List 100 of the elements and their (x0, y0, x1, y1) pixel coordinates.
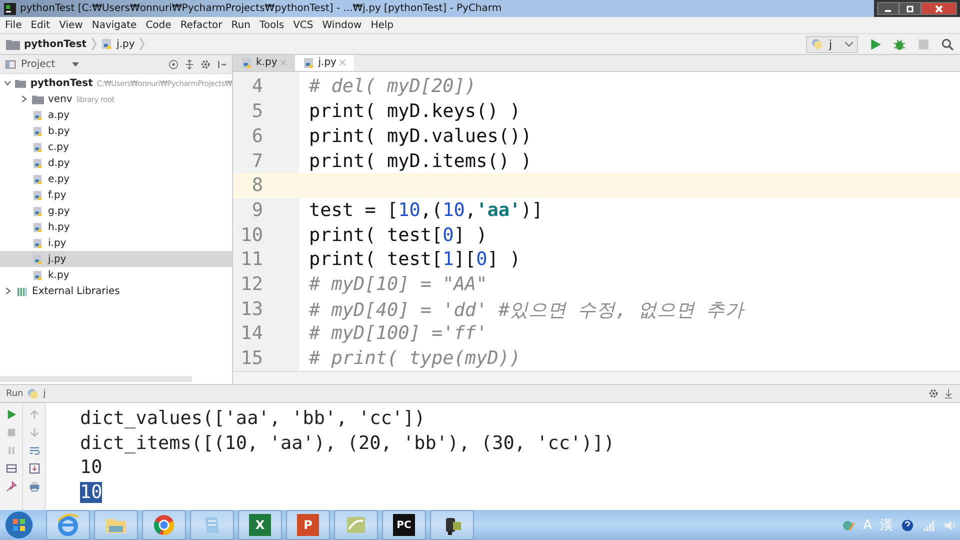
layout-icon[interactable] (6, 463, 16, 474)
restore-icon (905, 4, 915, 14)
collapse-icon[interactable] (184, 58, 195, 70)
number-literal: 0 (442, 224, 454, 246)
close-icon[interactable] (339, 59, 346, 66)
line-number: 8 (250, 175, 263, 196)
close-button[interactable] (921, 2, 957, 15)
menu-item[interactable]: Code (146, 20, 172, 30)
python-icon (811, 38, 823, 50)
tree-item[interactable]: pythonTest (30, 78, 93, 88)
tree-item[interactable]: j.py (48, 254, 66, 264)
caret-icon[interactable] (72, 62, 80, 66)
tree-item[interactable]: i.py (48, 238, 66, 248)
code-text: print( myD.items() ) (309, 150, 532, 172)
menu-item[interactable]: Help (370, 20, 394, 30)
code-text: test = [ (309, 200, 398, 221)
run-config-name[interactable]: j (43, 388, 46, 398)
folder-icon (15, 78, 26, 88)
tree-item[interactable]: External Libraries (32, 286, 120, 296)
tree-item[interactable]: venv (48, 94, 72, 104)
code-comment: # del( myD[20]) (309, 76, 476, 98)
python-file-icon (241, 56, 253, 69)
tree-item[interactable]: e.py (48, 174, 70, 184)
python-file-icon (303, 56, 316, 69)
run-config-dropdown[interactable]: j (806, 36, 858, 52)
code-comment: # myD[10] = "AA" (309, 274, 488, 295)
maximize-button[interactable] (899, 2, 921, 15)
taskbar-app[interactable]: X (238, 510, 282, 540)
tree-item[interactable]: k.py (48, 270, 70, 280)
tree-item[interactable]: d.py (48, 158, 70, 168)
taskbar-app[interactable] (142, 510, 186, 540)
menu-item[interactable]: Edit (30, 20, 50, 30)
tree-item[interactable]: h.py (48, 222, 70, 232)
scrollbar-thumb[interactable] (0, 376, 192, 382)
run-icon[interactable] (6, 409, 16, 420)
minimize-button[interactable] (877, 2, 899, 15)
taskbar-app[interactable] (430, 510, 474, 540)
console-output: dict_values(['aa', 'bb', 'cc']) (80, 408, 426, 429)
panel-title[interactable]: Run (6, 388, 24, 398)
editor-tab[interactable]: j.py (295, 55, 354, 71)
menu-item[interactable]: Run (231, 20, 250, 30)
line-number: 6 (250, 126, 263, 147)
menu-item[interactable]: Navigate (92, 20, 137, 30)
breadcrumb-item[interactable]: pythonTest (24, 38, 87, 50)
close-icon (934, 4, 944, 14)
bug-icon[interactable] (893, 38, 906, 50)
settings-icon[interactable] (928, 388, 939, 399)
hide-icon[interactable] (943, 388, 954, 399)
code-text: print( myD.values()) (309, 126, 532, 147)
tree-item[interactable]: g.py (48, 206, 70, 216)
start-button[interactable] (4, 510, 34, 540)
menu-item[interactable]: Tools (259, 20, 284, 30)
hide-icon[interactable] (216, 58, 227, 70)
horizontal-scrollbar[interactable] (233, 370, 960, 384)
code-text: ] ) (454, 224, 488, 246)
menu-item[interactable]: Refactor (180, 20, 222, 30)
code-comment: # print( type(myD)) (309, 348, 521, 370)
tree-item[interactable]: c.py (48, 142, 69, 152)
chrome-icon (152, 513, 176, 537)
console-output: 10 (80, 482, 102, 504)
run-icon[interactable] (869, 38, 882, 50)
print-icon[interactable] (28, 481, 40, 492)
chevron-icon (138, 37, 145, 51)
python-file-icon (32, 222, 44, 232)
menu-item[interactable]: View (59, 20, 83, 30)
minimize-icon (885, 10, 891, 12)
scroll-end-icon[interactable] (28, 463, 40, 474)
wrap-icon[interactable] (28, 445, 40, 456)
help-icon[interactable] (901, 518, 914, 532)
python-file-icon (32, 270, 44, 280)
python-file-icon (100, 38, 113, 50)
line-number: 13 (240, 298, 263, 320)
number-literal: 10 (398, 200, 420, 221)
pin-icon[interactable] (6, 481, 16, 492)
menu-item[interactable]: VCS (293, 20, 314, 30)
target-icon[interactable] (168, 58, 179, 70)
taskbar-app[interactable]: PC (382, 510, 426, 540)
settings-icon[interactable] (200, 58, 211, 70)
tree-item[interactable]: b.py (48, 126, 70, 136)
spreadsheet-logo: X (249, 514, 271, 536)
line-number: 14 (240, 323, 263, 344)
search-icon[interactable] (941, 38, 954, 50)
python-file-icon (32, 110, 44, 120)
panel-title[interactable]: Project (21, 58, 56, 70)
library-icon (16, 286, 28, 296)
code-text: print( test[ (309, 249, 443, 270)
number-literal: 0 (476, 249, 488, 270)
tree-item[interactable]: f.py (48, 190, 66, 200)
breadcrumb-item[interactable]: j.py (116, 38, 135, 50)
python-file-icon (32, 142, 44, 152)
menu-item[interactable]: Window (322, 20, 362, 30)
line-number: 11 (240, 249, 263, 270)
menu-item[interactable]: File (5, 20, 22, 30)
tree-item[interactable]: a.py (48, 110, 70, 120)
code-text: print( myD.keys() ) (309, 101, 521, 122)
line-number: 9 (250, 200, 263, 221)
taskbar-app[interactable]: P (286, 510, 330, 540)
python-file-icon (32, 238, 44, 248)
editor-tab[interactable]: k.py (233, 55, 296, 71)
code-text: , (464, 200, 476, 221)
